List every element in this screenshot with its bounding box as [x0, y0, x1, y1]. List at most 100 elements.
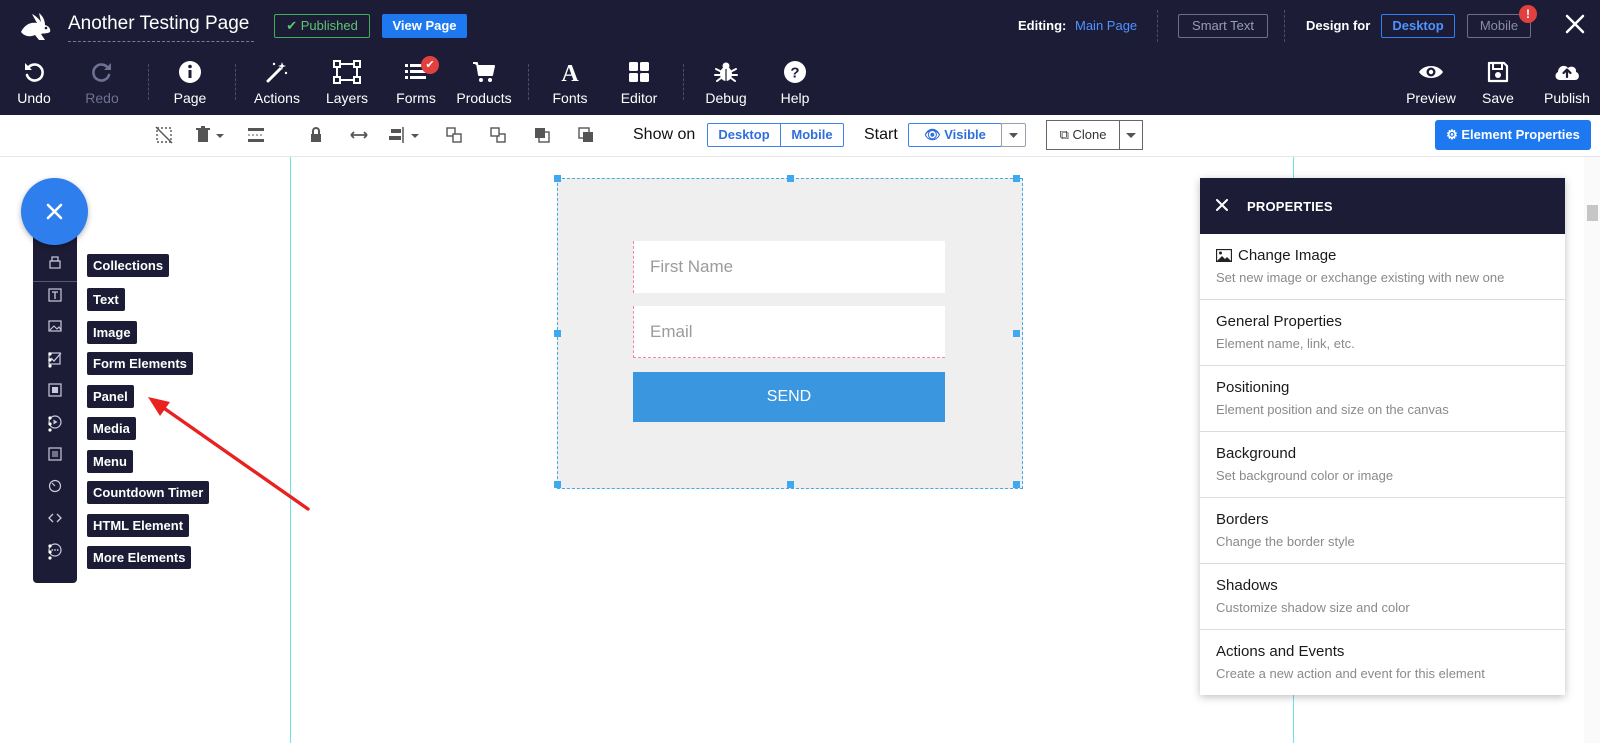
- view-page-button[interactable]: View Page: [382, 14, 467, 38]
- more-dots-icon[interactable]: [48, 351, 52, 369]
- layers-icon: [333, 60, 361, 84]
- resize-handle[interactable]: [1013, 481, 1020, 488]
- general-properties-item[interactable]: General Properties Element name, link, e…: [1200, 300, 1565, 366]
- resize-handle[interactable]: [554, 175, 561, 182]
- fonts-button[interactable]: A Fonts: [550, 56, 590, 110]
- grid-icon: [629, 62, 649, 82]
- distribute-icon[interactable]: [246, 125, 266, 145]
- design-desktop-button[interactable]: Desktop: [1381, 14, 1455, 38]
- publish-button[interactable]: Publish: [1542, 56, 1592, 110]
- editor-button[interactable]: Editor: [618, 56, 660, 110]
- help-button[interactable]: ? Help: [775, 56, 815, 110]
- properties-panel: PROPERTIES Change Image Set new image or…: [1200, 178, 1565, 695]
- text-tag[interactable]: Text: [87, 288, 125, 311]
- media-tag[interactable]: Media: [87, 417, 136, 440]
- show-on-desktop-button[interactable]: Desktop: [707, 123, 781, 147]
- visible-dropdown[interactable]: [1001, 123, 1026, 147]
- image-tag[interactable]: Image: [87, 321, 137, 344]
- prop-title: Borders: [1216, 511, 1269, 528]
- collections-tag[interactable]: Collections: [87, 254, 170, 277]
- bring-to-front-icon[interactable]: [532, 125, 552, 145]
- countdown-timer-item[interactable]: [33, 471, 77, 501]
- smart-text-button[interactable]: Smart Text: [1178, 14, 1268, 38]
- borders-item[interactable]: Borders Change the border style: [1200, 498, 1565, 564]
- clone-button[interactable]: ⧉ Clone: [1046, 120, 1120, 150]
- element-properties-button[interactable]: ⚙ Element Properties: [1435, 120, 1591, 150]
- change-image-item[interactable]: Change Image Set new image or exchange e…: [1200, 234, 1565, 300]
- show-on-mobile-button[interactable]: Mobile: [780, 123, 844, 147]
- resize-handle[interactable]: [554, 330, 561, 337]
- background-item[interactable]: Background Set background color or image: [1200, 432, 1565, 498]
- menu-tag[interactable]: Menu: [87, 450, 133, 473]
- resize-handle[interactable]: [787, 175, 794, 182]
- caret-down-icon[interactable]: [214, 125, 226, 145]
- forms-label: Forms: [396, 90, 436, 106]
- products-label: Products: [456, 90, 512, 106]
- visible-button[interactable]: 👁 Visible: [908, 123, 1002, 147]
- redo-button[interactable]: Redo: [82, 56, 122, 110]
- close-icon[interactable]: [1216, 199, 1228, 211]
- forms-button[interactable]: ✔ Forms: [394, 56, 439, 110]
- more-elements-tag[interactable]: More Elements: [87, 546, 192, 569]
- clone-dropdown[interactable]: [1119, 120, 1143, 150]
- menu-item[interactable]: [33, 439, 77, 469]
- editor-label: Editor: [620, 90, 658, 106]
- save-label: Save: [1482, 90, 1514, 106]
- send-backward-icon[interactable]: [488, 125, 508, 145]
- forms-check-badge: ✔: [421, 56, 439, 74]
- resize-handle[interactable]: [554, 481, 561, 488]
- close-icon[interactable]: [1563, 12, 1587, 36]
- scrollbar-thumb[interactable]: [1587, 205, 1598, 221]
- rabbit-logo-icon[interactable]: [17, 10, 53, 42]
- panel-tag[interactable]: Panel: [87, 385, 134, 408]
- image-item[interactable]: [33, 311, 77, 341]
- editing-page-link[interactable]: Main Page: [1075, 18, 1137, 33]
- publish-label: Publish: [1544, 90, 1590, 106]
- actions-button[interactable]: Actions: [254, 56, 300, 110]
- shadows-item[interactable]: Shadows Customize shadow size and color: [1200, 564, 1565, 630]
- undo-button[interactable]: Undo: [14, 56, 54, 110]
- more-elements-item[interactable]: [33, 535, 77, 565]
- page-title[interactable]: Another Testing Page: [68, 13, 254, 42]
- deselect-icon[interactable]: [154, 125, 174, 145]
- send-button[interactable]: SEND: [633, 372, 945, 422]
- bring-forward-icon[interactable]: [444, 125, 464, 145]
- first-name-field[interactable]: First Name: [633, 241, 945, 293]
- preview-button[interactable]: Preview: [1404, 56, 1458, 110]
- resize-handle[interactable]: [1013, 330, 1020, 337]
- html-element-tag[interactable]: HTML Element: [87, 514, 190, 537]
- collections-item[interactable]: [33, 247, 77, 277]
- more-dots-icon[interactable]: [48, 415, 52, 433]
- media-item[interactable]: [33, 407, 77, 437]
- layers-button[interactable]: Layers: [325, 56, 369, 110]
- page-button[interactable]: Page: [170, 56, 210, 110]
- bug-icon: [714, 62, 738, 82]
- lock-icon[interactable]: [306, 125, 326, 145]
- align-icon[interactable]: [387, 125, 407, 145]
- products-button[interactable]: Products: [455, 56, 513, 110]
- code-icon: [48, 513, 62, 523]
- form-elements-item[interactable]: [33, 343, 77, 373]
- copy-icon: ⧉: [1059, 127, 1073, 142]
- text-item[interactable]: [33, 280, 77, 310]
- actions-and-events-item[interactable]: Actions and Events Create a new action a…: [1200, 630, 1565, 696]
- selected-form-panel[interactable]: First Name Email SEND: [554, 175, 1023, 489]
- panel-item[interactable]: [33, 375, 77, 405]
- send-to-back-icon[interactable]: [576, 125, 596, 145]
- caret-down-icon[interactable]: [409, 125, 421, 145]
- save-button[interactable]: Save: [1478, 56, 1518, 110]
- html-element-item[interactable]: [33, 503, 77, 533]
- close-elements-fab[interactable]: [21, 178, 88, 245]
- start-label: Start: [864, 126, 898, 143]
- scrollbar[interactable]: [1584, 157, 1600, 743]
- resize-handle[interactable]: [1013, 175, 1020, 182]
- stretch-horizontal-icon[interactable]: [349, 125, 369, 145]
- published-label: Published: [300, 18, 358, 33]
- debug-button[interactable]: Debug: [703, 56, 749, 110]
- form-elements-tag[interactable]: Form Elements: [87, 352, 193, 375]
- more-dots-icon[interactable]: [48, 543, 52, 561]
- resize-handle[interactable]: [787, 481, 794, 488]
- email-field[interactable]: Email: [633, 306, 945, 358]
- positioning-item[interactable]: Positioning Element position and size on…: [1200, 366, 1565, 432]
- trash-icon[interactable]: [193, 125, 213, 145]
